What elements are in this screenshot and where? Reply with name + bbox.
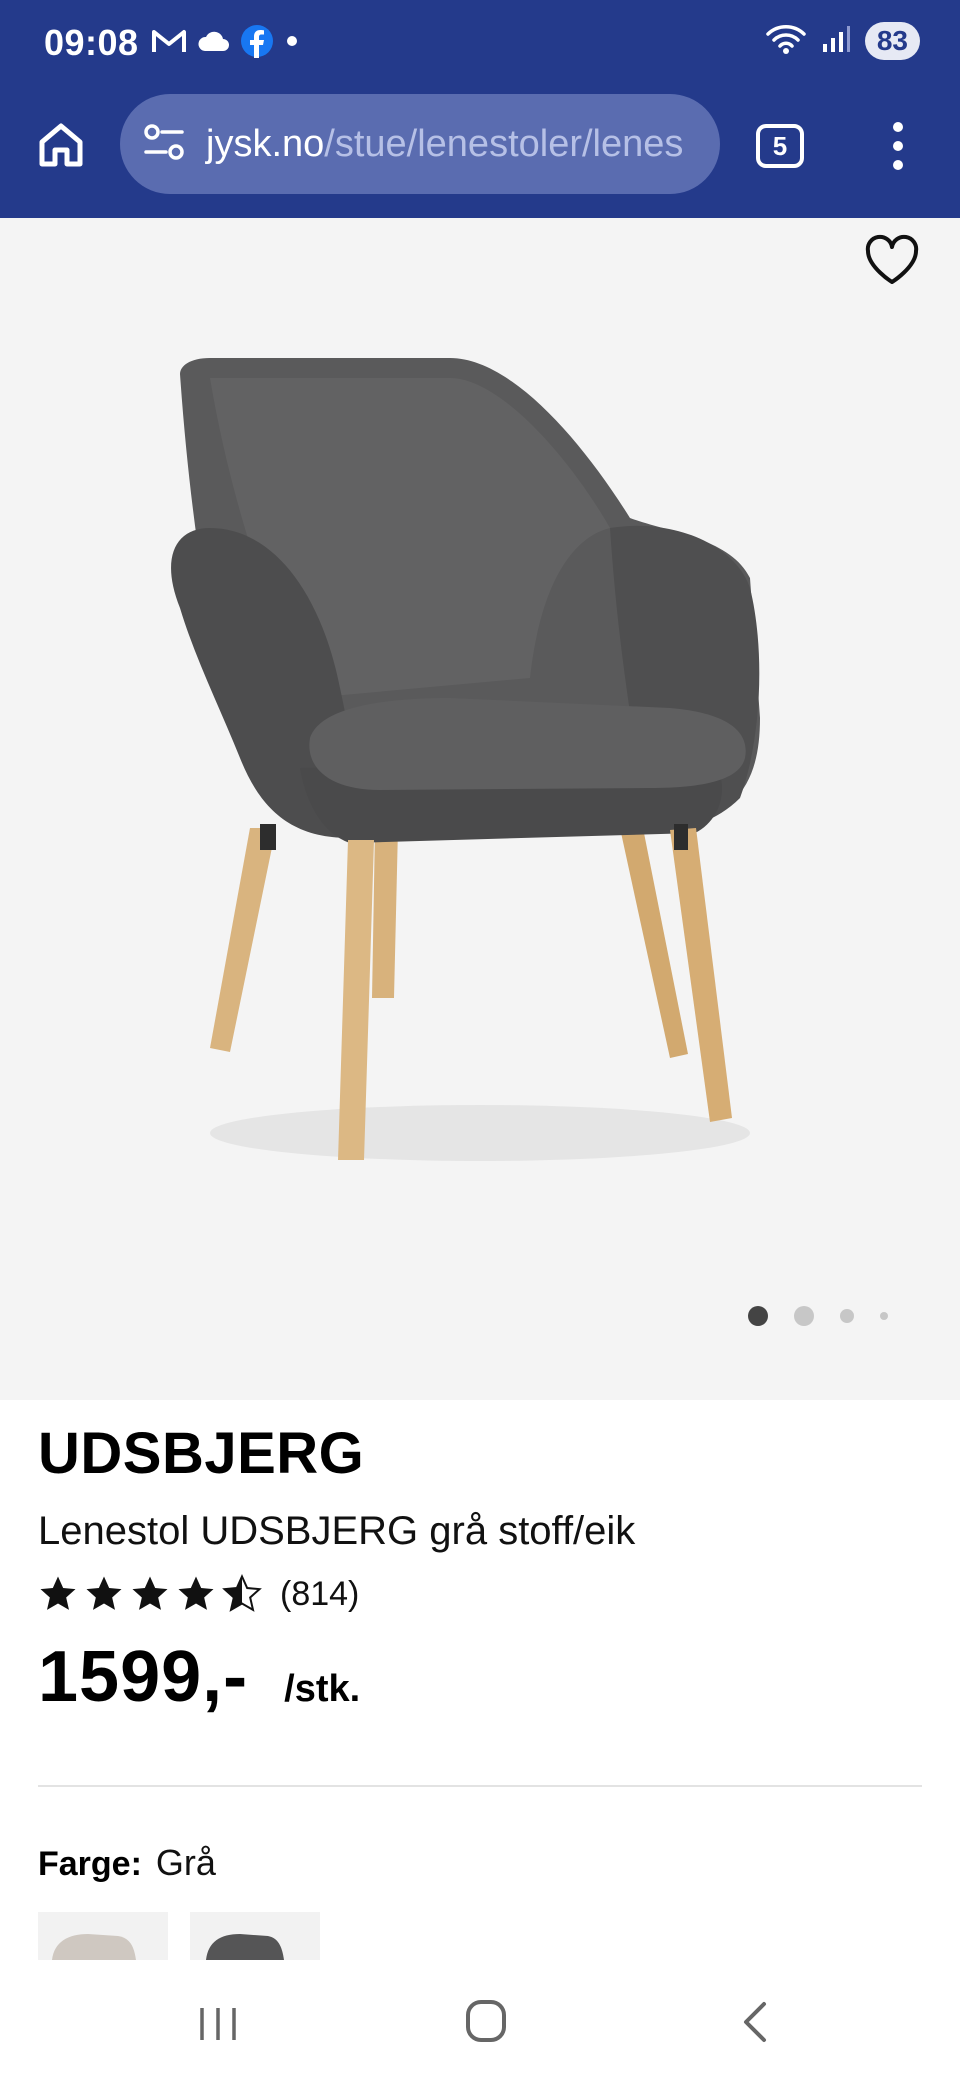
battery-indicator: 83 bbox=[864, 22, 920, 60]
swatch-beige[interactable] bbox=[38, 1912, 168, 1960]
notification-icons bbox=[152, 24, 300, 63]
star-full-icon bbox=[86, 1576, 122, 1610]
system-navigation-bar bbox=[0, 1960, 960, 2080]
menu-dot bbox=[893, 122, 903, 132]
cloud-icon bbox=[196, 29, 230, 58]
dot-icon bbox=[284, 33, 300, 54]
product-brand: UDSBJERG bbox=[38, 1421, 365, 1486]
recents-button[interactable] bbox=[196, 2004, 240, 2049]
browser-menu-button[interactable] bbox=[878, 118, 918, 174]
color-selector-label: Farge: Grå bbox=[38, 1842, 216, 1884]
browser-toolbar: jysk.no/stue/lenestoler/lenes 5 bbox=[0, 94, 960, 204]
review-count: (814) bbox=[280, 1574, 360, 1613]
status-time: 09:08 bbox=[44, 22, 139, 63]
wifi-icon bbox=[765, 23, 807, 60]
section-divider bbox=[38, 1785, 922, 1787]
product-image bbox=[150, 358, 830, 1198]
url-path: /stue/lenestoler/lenes bbox=[324, 122, 684, 165]
product-rating[interactable]: (814) bbox=[38, 1574, 922, 1614]
heart-icon bbox=[865, 234, 919, 284]
url-text: jysk.no/stue/lenestoler/lenes bbox=[206, 123, 683, 166]
star-full-icon bbox=[132, 1576, 168, 1610]
tab-switcher-button[interactable]: 5 bbox=[756, 124, 804, 168]
star-half-icon bbox=[222, 1574, 262, 1612]
product-info: UDSBJERG Lenestol UDSBJERG grå stoff/eik… bbox=[38, 1420, 922, 1718]
color-swatches bbox=[38, 1912, 320, 1960]
menu-dot bbox=[893, 160, 903, 170]
home-button[interactable] bbox=[464, 1998, 508, 2049]
gallery-pagination[interactable] bbox=[748, 1306, 888, 1326]
url-domain: jysk.no bbox=[206, 122, 325, 165]
swatch-grey[interactable] bbox=[190, 1912, 320, 1960]
facebook-icon bbox=[240, 24, 274, 63]
menu-dot bbox=[893, 141, 903, 151]
favorite-button[interactable] bbox=[860, 228, 924, 292]
gallery-dot[interactable] bbox=[794, 1306, 814, 1326]
status-bar: 09:08 83 bbox=[0, 0, 960, 90]
price-unit: /stk. bbox=[284, 1668, 361, 1710]
price-row: 1599,- /stk. bbox=[38, 1636, 922, 1718]
signal-icon bbox=[821, 24, 851, 59]
star-full-icon bbox=[40, 1576, 76, 1610]
gallery-dot-active[interactable] bbox=[748, 1306, 768, 1326]
home-icon bbox=[466, 2000, 506, 2042]
armchair-image bbox=[171, 358, 760, 1161]
back-button[interactable] bbox=[740, 2000, 770, 2049]
color-value: Grå bbox=[155, 1842, 216, 1883]
gmail-icon bbox=[152, 28, 186, 59]
browser-chrome: 09:08 83 jysk.no/stue/lenestoler/lenes 5 bbox=[0, 0, 960, 218]
browser-home-button[interactable] bbox=[30, 114, 92, 176]
product-name: Lenestol UDSBJERG grå stoff/eik bbox=[38, 1509, 636, 1553]
system-status: 83 bbox=[765, 22, 920, 60]
color-label: Farge: bbox=[38, 1845, 142, 1883]
site-settings-icon[interactable] bbox=[142, 122, 186, 167]
rating-stars bbox=[38, 1574, 262, 1614]
address-bar[interactable]: jysk.no/stue/lenestoler/lenes bbox=[120, 94, 720, 194]
gallery-dot[interactable] bbox=[840, 1309, 854, 1323]
star-full-icon bbox=[178, 1576, 214, 1610]
recents-icon bbox=[200, 2008, 236, 2040]
product-gallery[interactable] bbox=[0, 218, 960, 1400]
back-icon bbox=[744, 2002, 766, 2042]
gallery-dot[interactable] bbox=[880, 1312, 888, 1320]
home-icon bbox=[39, 123, 83, 167]
product-price: 1599,- bbox=[38, 1637, 249, 1717]
